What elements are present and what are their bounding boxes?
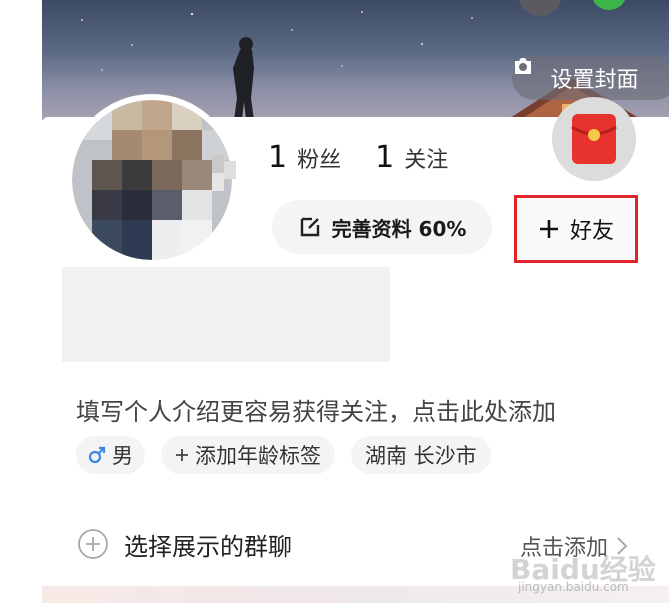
gender-tag[interactable]: 男 [76,436,145,474]
age-tag[interactable]: 添加年龄标签 [161,436,335,474]
location-tag[interactable]: 湖南 长沙市 [351,436,491,474]
male-icon [88,446,106,464]
followers-label: 粉丝 [297,148,342,173]
profile-page: 设置封面 1 粉丝 1 关注 完善资料 60% 好友 填写个人介绍更容易获得关注… [0,0,669,603]
camera-icon [515,58,531,74]
red-packet-icon [571,114,617,164]
tags-row: 男 添加年龄标签 湖南 长沙市 [76,436,491,474]
following-stat[interactable]: 1 关注 [375,140,448,175]
left-margin [0,0,42,603]
stats-row: 1 粉丝 1 关注 [268,140,448,175]
avatar[interactable] [72,100,232,260]
add-friend-label: 好友 [569,219,614,244]
avatar-mosaic [72,100,232,260]
add-friend-button[interactable]: 好友 [514,195,638,263]
edit-icon [300,217,319,237]
age-tag-label: 添加年龄标签 [195,444,321,468]
followers-stat[interactable]: 1 粉丝 [268,140,341,175]
following-count: 1 [375,140,395,175]
plus-icon [176,449,188,461]
group-chat-title: 选择展示的群聊 [124,532,292,561]
bio-prompt[interactable]: 填写个人介绍更容易获得关注，点击此处添加 [76,392,556,427]
redacted-area [62,267,390,362]
following-label: 关注 [404,148,449,173]
set-cover-button[interactable]: 设置封面 [512,56,669,100]
red-packet-button[interactable] [552,97,636,181]
complete-profile-label: 完善资料 60% [331,216,467,241]
add-circle-icon [78,529,108,559]
location-tag-label: 湖南 长沙市 [365,444,477,468]
followers-count: 1 [268,140,288,175]
avatar-mosaic-edge [212,155,236,191]
watermark-subtext: jingyan.baidu.com [518,580,629,594]
gender-tag-label: 男 [112,444,133,468]
complete-profile-button[interactable]: 完善资料 60% [272,200,492,254]
plus-icon [539,220,558,238]
set-cover-label: 设置封面 [550,68,639,93]
